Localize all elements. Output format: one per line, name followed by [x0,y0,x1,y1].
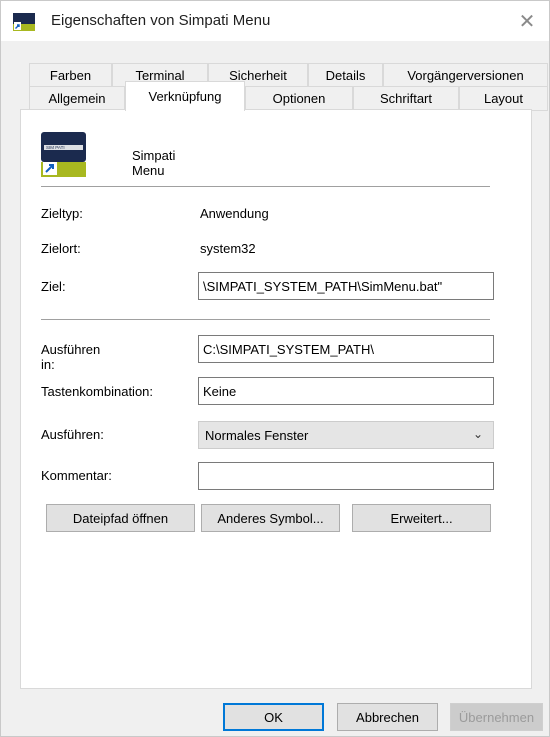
title-bar[interactable]: Eigenschaften von Simpati Menu ✕ [1,1,549,41]
window-title: Eigenschaften von Simpati Menu [51,12,271,29]
icon-label: SIM PATI [46,145,65,150]
dateipfad-oeffnen-button[interactable]: Dateipfad öffnen [46,504,195,532]
tab-layout[interactable]: Layout [459,86,548,111]
divider-top [41,186,490,187]
tastenkombination-label: Tastenkombination: [41,384,154,399]
ausfuehren-select[interactable]: Normales Fenster ⌄ [198,421,494,449]
ok-button[interactable]: OK [223,703,324,731]
chevron-down-icon: ⌄ [472,427,483,441]
shortcut-name: Simpati Menu [132,148,176,178]
tab-vorgaengerversionen[interactable]: Vorgängerversionen [383,63,548,87]
zielort-label: Zielort: [41,241,81,256]
uebernehmen-button[interactable]: Übernehmen [450,703,543,731]
zieltyp-label: Zieltyp: [41,206,83,221]
tab-allgemein[interactable]: Allgemein [29,86,125,111]
close-icon: ✕ [518,10,536,33]
anderes-symbol-button[interactable]: Anderes Symbol... [201,504,340,532]
ausfuehren-label: Ausführen: [41,427,104,442]
tab-optionen[interactable]: Optionen [245,86,353,111]
tab-schriftart[interactable]: Schriftart [353,86,459,111]
divider-middle [41,319,490,320]
properties-window: Eigenschaften von Simpati Menu ✕ Farben … [0,0,550,737]
kommentar-label: Kommentar: [41,468,112,483]
tab-verknuepfung[interactable]: Verknüpfung [125,81,245,111]
ziel-input[interactable]: \SIMPATI_SYSTEM_PATH\SimMenu.bat" [198,272,494,300]
erweitert-button[interactable]: Erweitert... [352,504,491,532]
ausfuehren-in-input[interactable]: C:\SIMPATI_SYSTEM_PATH\ [198,335,494,363]
close-button[interactable]: ✕ [505,1,549,41]
zielort-value: system32 [200,241,256,256]
ausfuehren-in-label: Ausführen in: [41,342,101,372]
shortcut-app-icon [13,13,35,31]
simpati-app-icon: SIM PATI [41,132,86,177]
zieltyp-value: Anwendung [200,206,269,221]
tastenkombination-input[interactable]: Keine [198,377,494,405]
ziel-label: Ziel: [41,279,66,294]
abbrechen-button[interactable]: Abbrechen [337,703,438,731]
tab-farben[interactable]: Farben [29,63,112,87]
kommentar-input[interactable] [198,462,494,490]
tab-details[interactable]: Details [308,63,383,87]
